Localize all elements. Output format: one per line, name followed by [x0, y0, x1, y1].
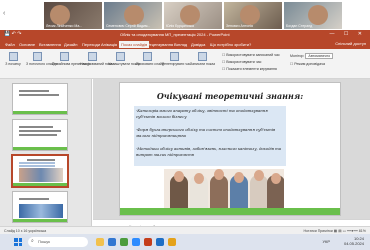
custom-show-icon [87, 52, 97, 61]
slide-thumbnail[interactable]: 11 [12, 191, 68, 223]
video-tile[interactable]: Юлiя Бурцанська [164, 2, 222, 29]
word-icon[interactable] [156, 238, 164, 246]
setup-icon [115, 52, 125, 61]
taskbar-search[interactable]: ⌕ Пошук [28, 237, 88, 247]
slide-thumbnails-pane: 8 9 10 11 [0, 79, 92, 233]
video-tile[interactable]: Зенович Антонiя [224, 2, 282, 29]
chevron-left-icon[interactable]: ‹ [3, 10, 5, 17]
slide-bullet: -Методики облiку активiв, зобов'язань, в… [136, 146, 281, 157]
play-icon [8, 52, 18, 61]
use-time-checkbox[interactable]: Використовувати час [222, 60, 261, 64]
edge-icon[interactable] [108, 238, 116, 246]
use-timings-checkbox[interactable]: Використовувати записаний час [222, 53, 280, 57]
slide-thumbnail[interactable]: 8 [12, 83, 68, 115]
record-icon [197, 52, 207, 61]
tab-review[interactable]: Рецензування [145, 41, 175, 48]
slide-editor: Очiкуванi теоретичнi знання: -Категорiал… [93, 79, 370, 219]
tab-animations[interactable]: Анiмацiя [99, 41, 119, 48]
monitor-select[interactable]: Монiтор: Автоматично [290, 53, 334, 59]
online-presentation-button[interactable]: Онлайнова презентацiя [52, 52, 91, 66]
tab-help[interactable]: Довiдка [189, 41, 207, 48]
students-photo [164, 169, 284, 209]
from-beginning-button[interactable]: З початку [4, 52, 22, 66]
hide-slide-icon [142, 52, 152, 61]
slide-bullet: -Категорiального апарату облiку, звiтнос… [136, 108, 268, 119]
show-controls-checkbox[interactable]: Показати елементи керування [222, 67, 277, 71]
slide-thumbnail-selected[interactable]: 10 [11, 154, 69, 188]
slide-title: Очiкуванi теоретичнi знання: [156, 91, 304, 101]
rehearse-timings-button[interactable]: Репетирувати час [162, 52, 191, 66]
participant-name: Семенович Сергiй Вадим... [106, 24, 151, 28]
slide-thumbnail[interactable]: 9 [12, 119, 68, 151]
tab-view[interactable]: Вигляд [172, 41, 189, 48]
tab-design[interactable]: Дизайн [62, 41, 79, 48]
custom-show-button[interactable]: Настроюваний показ [80, 52, 114, 66]
store-icon[interactable] [120, 238, 128, 246]
participant-name: Лесик Лiнiйченко Ма... [46, 24, 83, 28]
ribbon-tabs: Файл Основне Вставлення Дизайн Переходи … [0, 40, 370, 49]
video-tile[interactable]: Богдан Стеранд [284, 2, 342, 29]
search-icon: ⌕ [31, 238, 34, 244]
video-tile[interactable]: Семенович Сергiй Вадим... [104, 2, 162, 29]
tab-home[interactable]: Основне [17, 41, 37, 48]
file-explorer-icon[interactable] [96, 238, 104, 246]
hide-slide-button[interactable]: Приховати слайд [136, 52, 164, 66]
view-controls[interactable]: Нотатки Примiтки ▦ ▤ ▭ ━━●━━ 81% [303, 229, 366, 233]
participant-name: Зенович Антонiя [226, 24, 253, 28]
title-bar: 💾 ↶ ↷ Облiк та оподаткування МП_презента… [0, 30, 370, 40]
status-bar: Слайд 10 з 16 українська Нотатки Примiтк… [0, 226, 370, 234]
slide-footer-bar [120, 208, 340, 215]
tab-insert[interactable]: Вставлення [37, 41, 63, 48]
setup-show-button[interactable]: Налаштувати показ [108, 52, 140, 66]
windows-start-icon[interactable] [14, 238, 22, 246]
from-current-button[interactable]: З поточного слайда [26, 52, 58, 66]
powerpoint-icon[interactable] [144, 238, 152, 246]
participant-name: Юлiя Бурцанська [166, 24, 194, 28]
globe-icon [59, 52, 69, 61]
slide-counter: Слайд 10 з 16 українська [4, 228, 47, 233]
timer-icon [169, 52, 179, 61]
screen: ‹ Лесик Лiнiйченко Ма... Семенович Сергi… [0, 0, 370, 250]
clock[interactable]: 10:24 04.05.2024 [344, 236, 364, 246]
ribbon: З початку З поточного слайда Онлайнова п… [0, 49, 370, 79]
chrome-icon[interactable] [168, 238, 176, 246]
window-controls[interactable]: — ☐ ✕ [330, 31, 366, 37]
tab-file[interactable]: Файл [3, 41, 17, 48]
language-indicator[interactable]: УКР [322, 239, 330, 244]
share-button[interactable]: Спiльний доступ [335, 41, 366, 46]
video-strip: ‹ Лесик Лiнiйченко Ма... Семенович Сергi… [0, 0, 370, 30]
zoom-icon[interactable] [132, 238, 140, 246]
participant-name: Богдан Стеранд [286, 24, 313, 28]
slide-bullet: -Форм бухгалтерського облiку та систем о… [136, 127, 276, 138]
play-current-icon [32, 52, 42, 61]
tell-me-search[interactable]: Що потрiбно зробити? [208, 41, 253, 48]
window-title: Облiк та оподаткування МП_презентацiя 20… [120, 32, 230, 37]
presenter-view-checkbox[interactable]: Режим доповiдача [290, 62, 325, 66]
taskbar: ⌕ Пошук УКР 10:24 04.05.2024 [0, 234, 370, 250]
video-tile[interactable]: Лесик Лiнiйченко Ма... [44, 2, 102, 29]
current-slide[interactable]: Очiкуванi теоретичнi знання: -Категорiал… [119, 82, 341, 216]
save-icon[interactable]: 💾 ↶ ↷ [4, 31, 21, 37]
record-show-button[interactable]: Записати показ [190, 52, 215, 66]
